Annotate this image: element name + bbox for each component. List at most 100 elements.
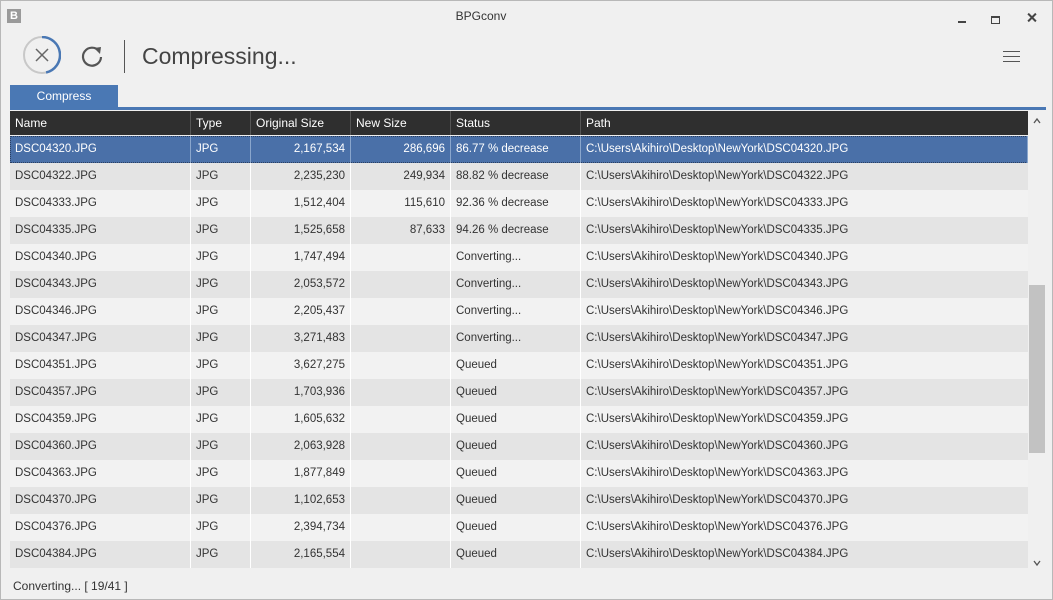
column-header-new-size[interactable]: New Size bbox=[351, 111, 451, 135]
cell-original-size: 1,525,658 bbox=[251, 217, 351, 244]
cell-type: JPG bbox=[191, 271, 251, 298]
cell-name: DSC04363.JPG bbox=[10, 460, 191, 487]
cell-type: JPG bbox=[191, 514, 251, 541]
cell-path: C:\Users\Akihiro\Desktop\NewYork\DSC0433… bbox=[586, 197, 849, 209]
cell-path: C:\Users\Akihiro\Desktop\NewYork\DSC0432… bbox=[581, 136, 1028, 163]
cell-type: JPG bbox=[191, 298, 251, 325]
column-header-path[interactable]: Path bbox=[581, 111, 1028, 135]
cell-status: 94.26 % decrease bbox=[451, 217, 581, 244]
toolbar-divider bbox=[124, 40, 125, 73]
cell-status: Converting... bbox=[451, 271, 581, 298]
cell-new-size: 249,934 bbox=[351, 163, 451, 190]
cell-path: C:\Users\Akihiro\Desktop\NewYork\DSC0434… bbox=[586, 305, 849, 317]
refresh-icon bbox=[81, 46, 103, 67]
cell-name: DSC04346.JPG bbox=[10, 298, 191, 325]
table-row[interactable]: DSC04363.JPG JPG 1,877,849 Queued C:\Users\A… bbox=[10, 460, 1028, 487]
cell-original-size: 2,235,230 bbox=[251, 163, 351, 190]
cell-type: JPG bbox=[191, 406, 251, 433]
tab-compress[interactable]: Compress bbox=[10, 85, 118, 107]
cell-name: DSC04322.JPG bbox=[10, 163, 191, 190]
column-header-status[interactable]: Status bbox=[451, 111, 581, 135]
table-row[interactable]: DSC04322.JPG JPG 2,235,230 249,934 88.82 % d… bbox=[10, 163, 1028, 190]
cell-name: DSC04320.JPG bbox=[10, 136, 191, 163]
vertical-scrollbar[interactable] bbox=[1028, 111, 1046, 571]
cell-new-size bbox=[351, 271, 451, 298]
cell-path: C:\Users\Akihiro\Desktop\NewYork\DSC0435… bbox=[586, 413, 849, 425]
table-row[interactable]: DSC04343.JPG JPG 2,053,572 Converting... C:\… bbox=[10, 271, 1028, 298]
cell-type: JPG bbox=[191, 163, 251, 190]
cell-status: Queued bbox=[451, 541, 581, 568]
table-row[interactable]: DSC04335.JPG JPG 1,525,658 87,633 94.26 % de… bbox=[10, 217, 1028, 244]
table-row[interactable]: DSC04340.JPG JPG 1,747,494 Converting... C:\… bbox=[10, 244, 1028, 271]
file-table: Name Type Original Size New Size Status … bbox=[10, 111, 1028, 571]
cell-new-size bbox=[351, 487, 451, 514]
cell-status: 86.77 % decrease bbox=[451, 136, 581, 163]
cell-new-size bbox=[351, 325, 451, 352]
cell-new-size bbox=[351, 406, 451, 433]
cell-type: JPG bbox=[191, 487, 251, 514]
cell-status: Converting... bbox=[451, 244, 581, 271]
cell-path: C:\Users\Akihiro\Desktop\NewYork\DSC0438… bbox=[586, 548, 849, 560]
cell-new-size bbox=[351, 433, 451, 460]
table-row[interactable]: DSC04333.JPG JPG 1,512,404 115,610 92.36 % d… bbox=[10, 190, 1028, 217]
column-header-type[interactable]: Type bbox=[191, 111, 251, 135]
scroll-up-icon[interactable] bbox=[1033, 117, 1041, 125]
table-row[interactable]: DSC04360.JPG JPG 2,063,928 Queued C:\Users\A… bbox=[10, 433, 1028, 460]
cell-type: JPG bbox=[191, 460, 251, 487]
cell-path: C:\Users\Akihiro\Desktop\NewYork\DSC0432… bbox=[586, 170, 849, 182]
table-row[interactable]: DSC04320.JPG JPG 2,167,534 286,696 86.77 % d… bbox=[10, 136, 1028, 163]
table-row[interactable]: DSC04376.JPG JPG 2,394,734 Queued C:\Users\A… bbox=[10, 514, 1028, 541]
cell-status: Queued bbox=[451, 352, 581, 379]
cell-original-size: 3,271,483 bbox=[251, 325, 351, 352]
cell-name: DSC04343.JPG bbox=[10, 271, 191, 298]
cell-name: DSC04376.JPG bbox=[10, 514, 191, 541]
cell-status: Queued bbox=[451, 487, 581, 514]
cell-original-size: 2,394,734 bbox=[251, 514, 351, 541]
table-row[interactable]: DSC04347.JPG JPG 3,271,483 Converting... C:\… bbox=[10, 325, 1028, 352]
cell-original-size: 1,605,632 bbox=[251, 406, 351, 433]
cell-new-size: 286,696 bbox=[351, 136, 451, 163]
cell-type: JPG bbox=[191, 325, 251, 352]
close-icon[interactable] bbox=[1021, 7, 1043, 27]
cell-status: 92.36 % decrease bbox=[451, 190, 581, 217]
table-row[interactable]: DSC04370.JPG JPG 1,102,653 Queued C:\Users\A… bbox=[10, 487, 1028, 514]
cell-name: DSC04333.JPG bbox=[10, 190, 191, 217]
cell-type: JPG bbox=[191, 190, 251, 217]
cell-path: C:\Users\Akihiro\Desktop\NewYork\DSC0435… bbox=[586, 386, 849, 398]
table-row[interactable]: DSC04351.JPG JPG 3,627,275 Queued C:\Users\A… bbox=[10, 352, 1028, 379]
cell-status: Queued bbox=[451, 433, 581, 460]
cell-original-size: 1,512,404 bbox=[251, 190, 351, 217]
cell-path: C:\Users\Akihiro\Desktop\NewYork\DSC0437… bbox=[586, 521, 849, 533]
cell-new-size bbox=[351, 514, 451, 541]
cell-original-size: 1,703,936 bbox=[251, 379, 351, 406]
cell-original-size: 2,165,554 bbox=[251, 541, 351, 568]
cell-type: JPG bbox=[191, 244, 251, 271]
cell-name: DSC04351.JPG bbox=[10, 352, 191, 379]
table-row[interactable]: DSC04384.JPG JPG 2,165,554 Queued C:\Users\A… bbox=[10, 541, 1028, 568]
table-row[interactable]: DSC04346.JPG JPG 2,205,437 Converting... C:\… bbox=[10, 298, 1028, 325]
cell-status: Converting... bbox=[451, 325, 581, 352]
scrollbar-thumb[interactable] bbox=[1029, 285, 1045, 453]
cancel-button[interactable] bbox=[23, 36, 61, 74]
hamburger-menu-icon[interactable] bbox=[1001, 49, 1023, 65]
cell-original-size: 3,627,275 bbox=[251, 352, 351, 379]
column-header-original-size[interactable]: Original Size bbox=[251, 111, 351, 135]
cell-new-size bbox=[351, 460, 451, 487]
table-row[interactable]: DSC04357.JPG JPG 1,703,936 Queued C:\Users\A… bbox=[10, 379, 1028, 406]
minimize-icon[interactable] bbox=[951, 7, 973, 27]
cell-path: C:\Users\Akihiro\Desktop\NewYork\DSC0437… bbox=[586, 494, 849, 506]
maximize-icon[interactable] bbox=[985, 7, 1007, 27]
table-row[interactable]: DSC04359.JPG JPG 1,605,632 Queued C:\Users\A… bbox=[10, 406, 1028, 433]
cell-original-size: 2,167,534 bbox=[251, 136, 351, 163]
cell-original-size: 2,053,572 bbox=[251, 271, 351, 298]
cell-status: 88.82 % decrease bbox=[451, 163, 581, 190]
column-header-name[interactable]: Name bbox=[10, 111, 191, 135]
cell-path: C:\Users\Akihiro\Desktop\NewYork\DSC0434… bbox=[586, 278, 849, 290]
refresh-button[interactable] bbox=[79, 43, 105, 69]
cell-path: C:\Users\Akihiro\Desktop\NewYork\DSC0436… bbox=[586, 440, 849, 452]
cell-new-size: 87,633 bbox=[351, 217, 451, 244]
title-bar[interactable]: B BPGconv bbox=[1, 1, 1052, 31]
scroll-down-icon[interactable] bbox=[1033, 559, 1041, 567]
cell-name: DSC04359.JPG bbox=[10, 406, 191, 433]
page-title: Compressing... bbox=[142, 43, 297, 69]
